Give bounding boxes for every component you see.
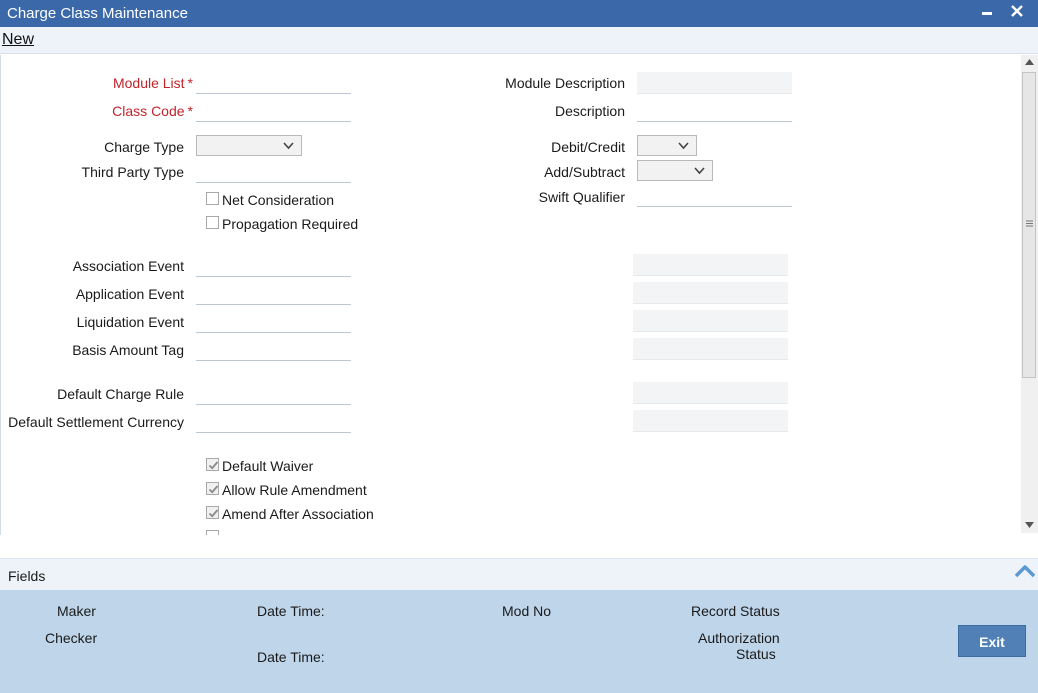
- amend-after-association-checkbox[interactable]: [206, 506, 219, 519]
- charge-type-select[interactable]: [196, 135, 302, 156]
- audit-panel: Maker Checker Date Time: Date Time: Mod …: [0, 590, 1038, 693]
- checkmark-icon: [208, 461, 219, 470]
- default-settlement-currency-input[interactable]: [196, 411, 351, 433]
- checker-date-time-label: Date Time:: [257, 649, 325, 665]
- application-event-input[interactable]: [196, 283, 351, 305]
- scrollbar-thumb[interactable]: [1022, 72, 1036, 378]
- debit-credit-select[interactable]: [637, 135, 697, 156]
- application-event-label: Application Event: [75, 286, 184, 302]
- checkmark-icon: [208, 485, 219, 494]
- fields-bar: Fields: [0, 558, 1038, 590]
- form-content: Module List * Class Code * Charge Type Thi…: [0, 55, 1020, 535]
- mod-no-label: Mod No: [502, 603, 552, 619]
- checker-label: Checker: [45, 630, 98, 646]
- default-settlement-currency-label: Default Settlement Currency: [8, 414, 184, 430]
- menu-bar: New: [0, 27, 1038, 54]
- charge-type-label: Charge Type: [104, 139, 184, 155]
- class-code-label: Class Code *: [61, 103, 193, 119]
- module-list-label: Module List *: [61, 75, 193, 91]
- vertical-scrollbar[interactable]: [1021, 55, 1038, 533]
- record-status-label: Record Status: [691, 603, 780, 619]
- new-link[interactable]: New: [2, 31, 34, 49]
- minimize-icon[interactable]: [981, 0, 993, 27]
- class-code-label-text: Class Code: [112, 103, 185, 119]
- allow-rule-amendment-label: Allow Rule Amendment: [222, 482, 367, 498]
- association-event-label: Association Event: [72, 258, 184, 274]
- title-bar: Charge Class Maintenance: [0, 0, 1038, 27]
- chevron-down-icon: [694, 167, 705, 175]
- chevron-down-icon: [678, 142, 689, 150]
- default-waiver-label: Default Waiver: [222, 458, 314, 474]
- chevron-down-icon: [283, 142, 294, 150]
- module-list-label-text: Module List: [112, 75, 185, 91]
- chevron-up-icon[interactable]: [1013, 563, 1037, 579]
- debit-credit-label: Debit/Credit: [551, 139, 625, 155]
- exit-button[interactable]: Exit: [958, 625, 1026, 657]
- maker-date-time-label: Date Time:: [257, 603, 325, 619]
- description-input[interactable]: [637, 100, 792, 122]
- fields-label[interactable]: Fields: [8, 568, 45, 584]
- default-charge-rule-description: [633, 382, 788, 404]
- scroll-up-icon[interactable]: [1025, 59, 1034, 65]
- close-icon[interactable]: [1010, 0, 1024, 27]
- module-description-label: Module Description: [505, 75, 625, 91]
- module-list-input[interactable]: [196, 72, 351, 94]
- propagation-required-label: Propagation Required: [222, 216, 359, 232]
- add-subtract-label: Add/Subtract: [544, 164, 625, 180]
- maker-label: Maker: [57, 603, 96, 619]
- association-event-input[interactable]: [196, 255, 351, 277]
- allow-rule-amendment-checkbox[interactable]: [206, 482, 219, 495]
- association-event-description: [633, 254, 788, 276]
- default-waiver-checkbox[interactable]: [206, 458, 219, 471]
- propagation-required-checkbox[interactable]: [206, 216, 219, 229]
- add-subtract-select[interactable]: [637, 160, 713, 181]
- module-description-input: [637, 72, 792, 94]
- required-marker: *: [187, 75, 193, 91]
- description-label: Description: [554, 103, 625, 119]
- partial-checkbox[interactable]: [206, 530, 219, 535]
- liquidation-event-label: Liquidation Event: [76, 314, 184, 330]
- basis-amount-tag-description: [633, 338, 788, 360]
- liquidation-event-description: [633, 310, 788, 332]
- application-event-description: [633, 282, 788, 304]
- required-marker: *: [187, 103, 193, 119]
- checkmark-icon: [208, 509, 219, 518]
- default-charge-rule-input[interactable]: [196, 383, 351, 405]
- authorization-label: Authorization: [698, 630, 780, 646]
- basis-amount-tag-input[interactable]: [196, 339, 351, 361]
- third-party-type-input[interactable]: [196, 161, 351, 183]
- default-settlement-currency-description: [633, 410, 788, 432]
- third-party-type-label: Third Party Type: [81, 164, 184, 180]
- scroll-down-icon[interactable]: [1025, 522, 1034, 528]
- default-charge-rule-label: Default Charge Rule: [57, 386, 184, 402]
- amend-after-association-label: Amend After Association: [222, 506, 374, 522]
- swift-qualifier-label: Swift Qualifier: [538, 189, 625, 205]
- net-consideration-checkbox[interactable]: [206, 192, 219, 205]
- authorization-status-label: Status: [736, 646, 776, 662]
- window-title: Charge Class Maintenance: [7, 5, 188, 22]
- basis-amount-tag-label: Basis Amount Tag: [72, 342, 184, 358]
- liquidation-event-input[interactable]: [196, 311, 351, 333]
- net-consideration-label: Net Consideration: [222, 192, 335, 208]
- class-code-input[interactable]: [196, 100, 351, 122]
- grip-icon: [1026, 220, 1033, 227]
- swift-qualifier-input[interactable]: [637, 185, 792, 207]
